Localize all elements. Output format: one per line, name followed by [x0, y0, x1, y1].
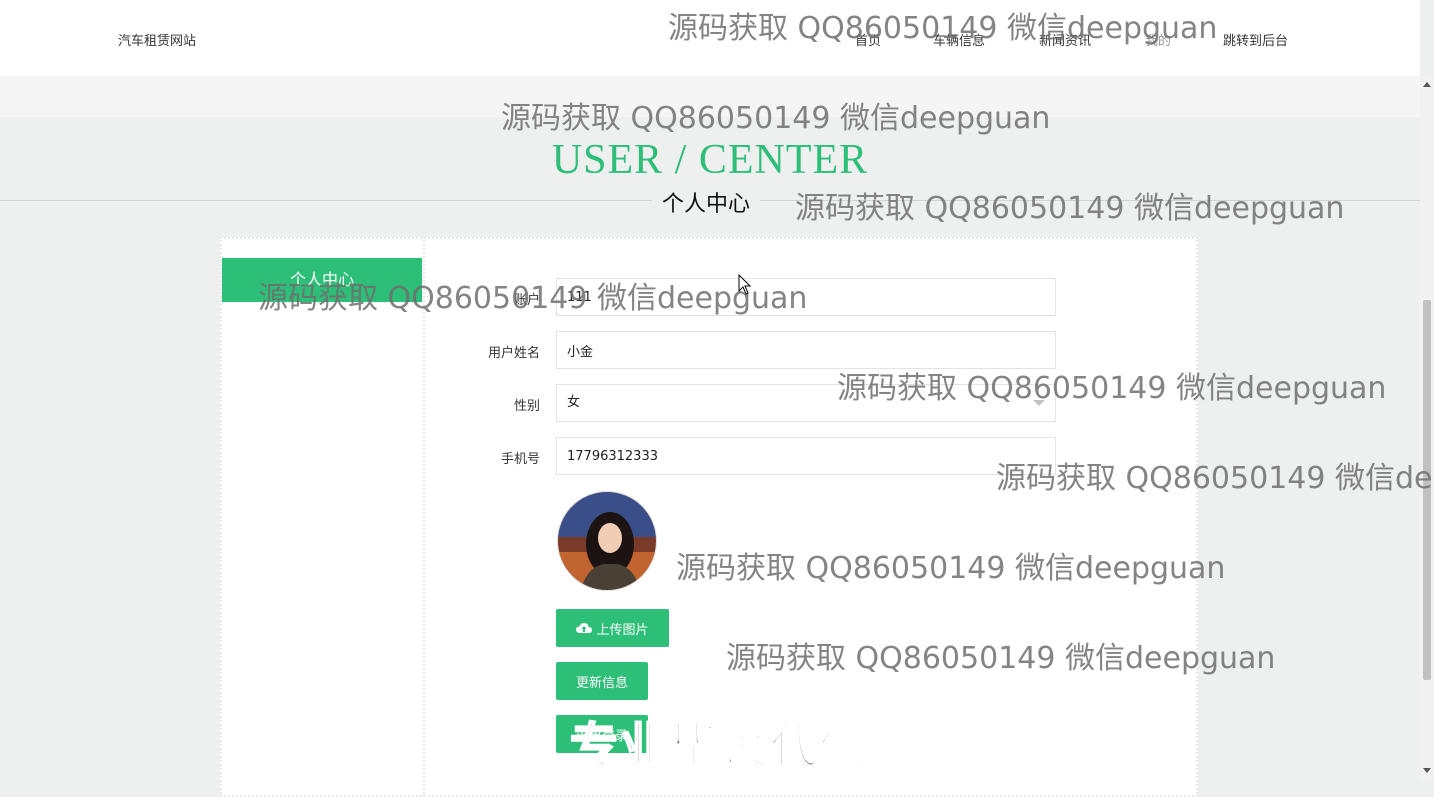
nav-mine[interactable]: 我的 — [1145, 30, 1171, 49]
sidebar-item-user-center[interactable]: 个人中心 — [222, 258, 422, 302]
scroll-up-icon[interactable] — [1423, 82, 1431, 87]
chevron-down-icon — [1033, 400, 1045, 406]
scroll-thumb[interactable] — [1423, 300, 1431, 680]
nav-news[interactable]: 新闻资讯 — [1039, 30, 1091, 49]
upload-image-button[interactable]: 上传图片 — [556, 609, 669, 647]
gender-select-value: 女 — [567, 395, 581, 410]
account-label: 账户 — [513, 293, 540, 308]
scroll-down-icon[interactable] — [1423, 768, 1431, 773]
update-info-button[interactable]: 更新信息 — [556, 662, 648, 700]
top-navbar: 汽车租赁网站 首页 车辆信息 新闻资讯 我的 跳转到后台 — [0, 0, 1420, 76]
phone-field[interactable] — [556, 437, 1056, 475]
page-title: 个人中心 — [652, 186, 761, 218]
sidebar-divider — [423, 237, 425, 797]
username-label: 用户姓名 — [487, 346, 540, 361]
nav-vehicles[interactable]: 车辆信息 — [933, 30, 985, 49]
logout-button[interactable]: 退出登录 — [556, 715, 648, 753]
nav-admin[interactable]: 跳转到后台 — [1223, 30, 1288, 49]
avatar — [557, 491, 657, 591]
cloud-upload-icon — [576, 623, 593, 633]
username-field[interactable] — [556, 331, 1056, 369]
gender-label: 性别 — [513, 399, 540, 414]
avatar-image — [558, 492, 656, 590]
nav-home[interactable]: 首页 — [855, 30, 881, 49]
page-title-en: USER / CENTER — [551, 137, 869, 183]
watermark-text: 源码获取 QQ86050149 微信deepguan — [795, 191, 1345, 226]
phone-label: 手机号 — [500, 452, 540, 467]
scrollbar[interactable] — [1420, 76, 1434, 780]
user-center-panel — [220, 237, 1198, 797]
gender-select[interactable]: 女 — [556, 384, 1056, 422]
site-title[interactable]: 汽车租赁网站 — [118, 30, 196, 49]
upload-image-label: 上传图片 — [596, 622, 649, 638]
sub-header-bar — [0, 76, 1420, 117]
account-field[interactable] — [556, 278, 1056, 316]
